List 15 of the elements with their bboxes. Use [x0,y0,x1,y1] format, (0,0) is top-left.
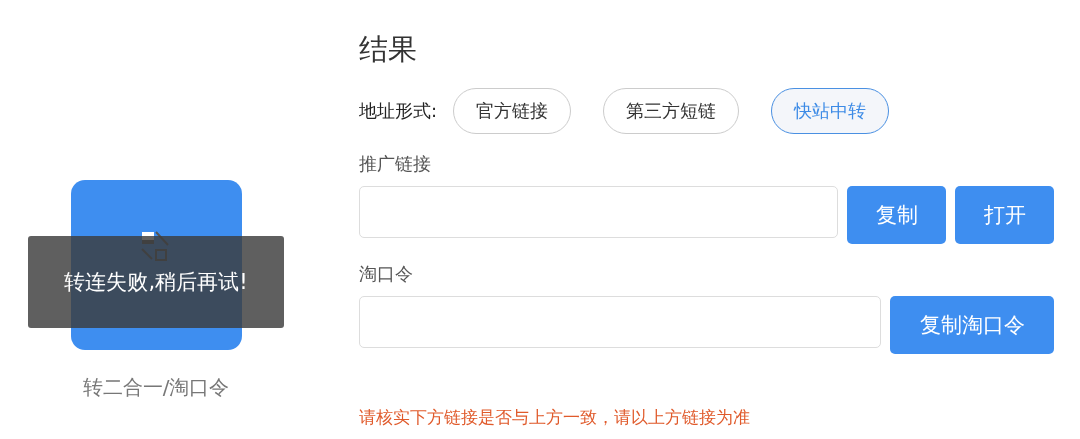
warning-text: 请核实下方链接是否与上方一致，请以上方链接为准 [359,406,751,429]
format-option[interactable]: 第三方短链 [603,88,740,134]
format-label: 地址形式: [359,99,438,123]
error-toast: 转连失败,稍后再试! [28,236,284,328]
tao-code-field[interactable] [359,296,881,348]
field-label: 淘口令 [359,262,414,286]
format-option[interactable]: 官方链接 [453,88,572,134]
field-label: 推广链接 [359,152,432,176]
open-button[interactable]: 打开 [955,186,1054,244]
promo-link-field[interactable] [359,186,838,238]
results-title: 结果 [359,31,418,68]
copy-code-button[interactable]: 复制淘口令 [890,296,1054,354]
copy-button[interactable]: 复制 [847,186,946,244]
format-option[interactable]: 快站中转 [771,88,890,134]
converter-caption: 转二合一/淘口令 [82,374,230,401]
